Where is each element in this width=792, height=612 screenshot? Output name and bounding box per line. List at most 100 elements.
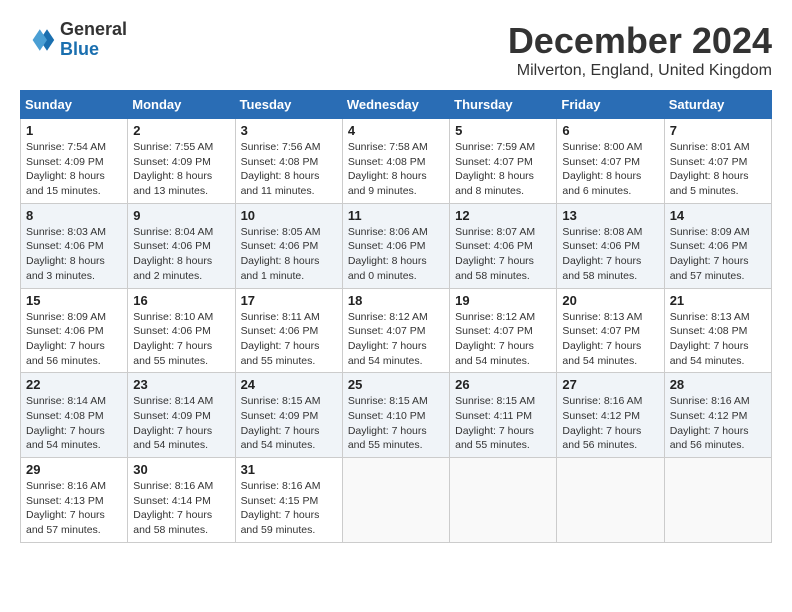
day-19: 19 Sunrise: 8:12 AMSunset: 4:07 PMDaylig… (450, 288, 557, 373)
empty-cell (450, 458, 557, 543)
empty-cell (557, 458, 664, 543)
day-number: 26 (455, 377, 551, 392)
header-thursday: Thursday (450, 91, 557, 119)
title-area: December 2024 Milverton, England, United… (508, 20, 772, 80)
day-22: 22 Sunrise: 8:14 AMSunset: 4:08 PMDaylig… (21, 373, 128, 458)
day-number: 14 (670, 208, 766, 223)
empty-cell (664, 458, 771, 543)
day-17: 17 Sunrise: 8:11 AMSunset: 4:06 PMDaylig… (235, 288, 342, 373)
day-6: 6 Sunrise: 8:00 AMSunset: 4:07 PMDayligh… (557, 119, 664, 204)
day-number: 11 (348, 208, 444, 223)
day-9: 9 Sunrise: 8:04 AMSunset: 4:06 PMDayligh… (128, 203, 235, 288)
header-wednesday: Wednesday (342, 91, 449, 119)
day-info: Sunrise: 8:10 AMSunset: 4:06 PMDaylight:… (133, 310, 229, 369)
day-27: 27 Sunrise: 8:16 AMSunset: 4:12 PMDaylig… (557, 373, 664, 458)
day-info: Sunrise: 8:16 AMSunset: 4:13 PMDaylight:… (26, 479, 122, 538)
day-info: Sunrise: 8:14 AMSunset: 4:09 PMDaylight:… (133, 394, 229, 453)
logo: General Blue (20, 20, 127, 60)
day-31: 31 Sunrise: 8:16 AMSunset: 4:15 PMDaylig… (235, 458, 342, 543)
day-10: 10 Sunrise: 8:05 AMSunset: 4:06 PMDaylig… (235, 203, 342, 288)
location-title: Milverton, England, United Kingdom (508, 62, 772, 80)
day-number: 6 (562, 123, 658, 138)
day-info: Sunrise: 8:16 AMSunset: 4:12 PMDaylight:… (562, 394, 658, 453)
day-info: Sunrise: 8:04 AMSunset: 4:06 PMDaylight:… (133, 225, 229, 284)
day-info: Sunrise: 8:13 AMSunset: 4:08 PMDaylight:… (670, 310, 766, 369)
day-number: 19 (455, 293, 551, 308)
day-5: 5 Sunrise: 7:59 AMSunset: 4:07 PMDayligh… (450, 119, 557, 204)
day-info: Sunrise: 8:11 AMSunset: 4:06 PMDaylight:… (241, 310, 337, 369)
day-number: 20 (562, 293, 658, 308)
day-info: Sunrise: 7:55 AMSunset: 4:09 PMDaylight:… (133, 140, 229, 199)
day-number: 27 (562, 377, 658, 392)
day-number: 8 (26, 208, 122, 223)
day-info: Sunrise: 7:58 AMSunset: 4:08 PMDaylight:… (348, 140, 444, 199)
day-number: 5 (455, 123, 551, 138)
day-info: Sunrise: 8:00 AMSunset: 4:07 PMDaylight:… (562, 140, 658, 199)
day-info: Sunrise: 8:05 AMSunset: 4:06 PMDaylight:… (241, 225, 337, 284)
day-number: 17 (241, 293, 337, 308)
day-info: Sunrise: 8:16 AMSunset: 4:15 PMDaylight:… (241, 479, 337, 538)
day-info: Sunrise: 8:09 AMSunset: 4:06 PMDaylight:… (670, 225, 766, 284)
day-21: 21 Sunrise: 8:13 AMSunset: 4:08 PMDaylig… (664, 288, 771, 373)
day-info: Sunrise: 8:06 AMSunset: 4:06 PMDaylight:… (348, 225, 444, 284)
day-8: 8 Sunrise: 8:03 AMSunset: 4:06 PMDayligh… (21, 203, 128, 288)
month-title: December 2024 (508, 20, 772, 62)
logo-blue: Blue (60, 39, 99, 59)
day-number: 3 (241, 123, 337, 138)
day-info: Sunrise: 7:56 AMSunset: 4:08 PMDaylight:… (241, 140, 337, 199)
calendar-header-row: Sunday Monday Tuesday Wednesday Thursday… (21, 91, 772, 119)
day-25: 25 Sunrise: 8:15 AMSunset: 4:10 PMDaylig… (342, 373, 449, 458)
day-24: 24 Sunrise: 8:15 AMSunset: 4:09 PMDaylig… (235, 373, 342, 458)
day-info: Sunrise: 8:16 AMSunset: 4:14 PMDaylight:… (133, 479, 229, 538)
day-number: 25 (348, 377, 444, 392)
day-number: 23 (133, 377, 229, 392)
day-16: 16 Sunrise: 8:10 AMSunset: 4:06 PMDaylig… (128, 288, 235, 373)
day-number: 4 (348, 123, 444, 138)
day-info: Sunrise: 8:09 AMSunset: 4:06 PMDaylight:… (26, 310, 122, 369)
day-28: 28 Sunrise: 8:16 AMSunset: 4:12 PMDaylig… (664, 373, 771, 458)
day-info: Sunrise: 8:07 AMSunset: 4:06 PMDaylight:… (455, 225, 551, 284)
day-number: 15 (26, 293, 122, 308)
day-number: 1 (26, 123, 122, 138)
day-info: Sunrise: 8:01 AMSunset: 4:07 PMDaylight:… (670, 140, 766, 199)
day-number: 24 (241, 377, 337, 392)
logo-icon (20, 22, 56, 58)
calendar-table: Sunday Monday Tuesday Wednesday Thursday… (20, 90, 772, 543)
day-number: 21 (670, 293, 766, 308)
day-1: 1 Sunrise: 7:54 AMSunset: 4:09 PMDayligh… (21, 119, 128, 204)
header-saturday: Saturday (664, 91, 771, 119)
day-2: 2 Sunrise: 7:55 AMSunset: 4:09 PMDayligh… (128, 119, 235, 204)
day-number: 22 (26, 377, 122, 392)
day-20: 20 Sunrise: 8:13 AMSunset: 4:07 PMDaylig… (557, 288, 664, 373)
empty-cell (342, 458, 449, 543)
day-number: 12 (455, 208, 551, 223)
day-number: 31 (241, 462, 337, 477)
day-number: 18 (348, 293, 444, 308)
header-tuesday: Tuesday (235, 91, 342, 119)
day-26: 26 Sunrise: 8:15 AMSunset: 4:11 PMDaylig… (450, 373, 557, 458)
day-number: 28 (670, 377, 766, 392)
day-number: 29 (26, 462, 122, 477)
day-info: Sunrise: 7:59 AMSunset: 4:07 PMDaylight:… (455, 140, 551, 199)
day-23: 23 Sunrise: 8:14 AMSunset: 4:09 PMDaylig… (128, 373, 235, 458)
logo-text: General Blue (60, 20, 127, 60)
day-info: Sunrise: 8:15 AMSunset: 4:10 PMDaylight:… (348, 394, 444, 453)
day-13: 13 Sunrise: 8:08 AMSunset: 4:06 PMDaylig… (557, 203, 664, 288)
day-info: Sunrise: 8:13 AMSunset: 4:07 PMDaylight:… (562, 310, 658, 369)
day-12: 12 Sunrise: 8:07 AMSunset: 4:06 PMDaylig… (450, 203, 557, 288)
day-number: 30 (133, 462, 229, 477)
day-number: 2 (133, 123, 229, 138)
day-info: Sunrise: 8:15 AMSunset: 4:09 PMDaylight:… (241, 394, 337, 453)
day-4: 4 Sunrise: 7:58 AMSunset: 4:08 PMDayligh… (342, 119, 449, 204)
day-29: 29 Sunrise: 8:16 AMSunset: 4:13 PMDaylig… (21, 458, 128, 543)
day-number: 7 (670, 123, 766, 138)
day-info: Sunrise: 8:08 AMSunset: 4:06 PMDaylight:… (562, 225, 658, 284)
day-info: Sunrise: 8:12 AMSunset: 4:07 PMDaylight:… (348, 310, 444, 369)
day-number: 13 (562, 208, 658, 223)
day-number: 10 (241, 208, 337, 223)
logo-general: General (60, 19, 127, 39)
header-friday: Friday (557, 91, 664, 119)
day-number: 9 (133, 208, 229, 223)
day-14: 14 Sunrise: 8:09 AMSunset: 4:06 PMDaylig… (664, 203, 771, 288)
day-11: 11 Sunrise: 8:06 AMSunset: 4:06 PMDaylig… (342, 203, 449, 288)
